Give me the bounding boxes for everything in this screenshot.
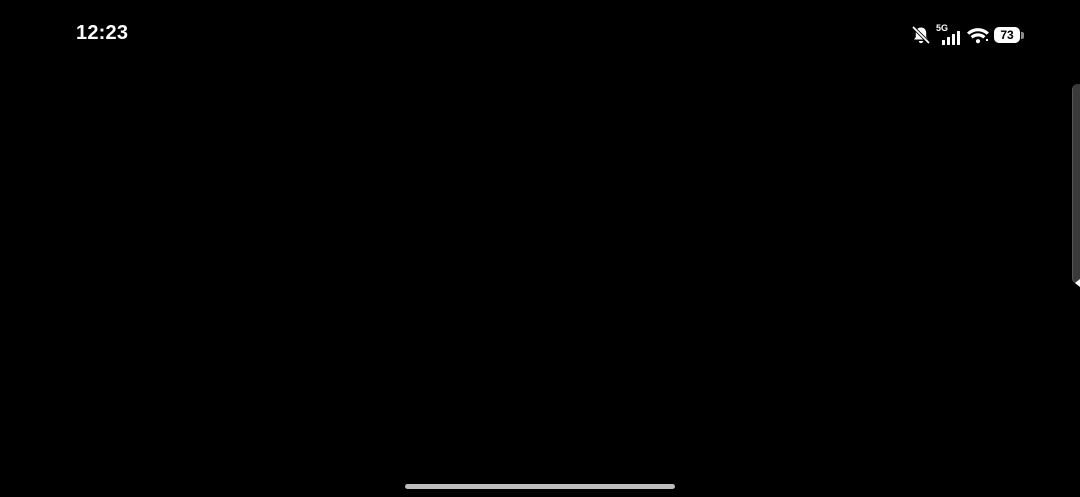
status-clock: 12:23 — [76, 22, 129, 44]
status-icons: 5G 73 — [910, 24, 1024, 46]
battery-tip — [1021, 31, 1024, 39]
blank-content-area — [0, 70, 1080, 470]
battery-level: 73 — [994, 27, 1020, 43]
cell-signal-icon: 5G — [936, 24, 962, 45]
battery-icon: 73 — [994, 26, 1024, 44]
edge-panel-handle[interactable] — [1072, 84, 1080, 284]
wifi-icon — [966, 26, 990, 44]
edge-panel-handle-marker — [1075, 279, 1080, 287]
status-bar: 12:23 5G 73 — [0, 0, 1080, 70]
home-indicator[interactable] — [405, 484, 675, 489]
muted-bell-icon — [910, 25, 932, 45]
screen: 12:23 5G 73 — [0, 0, 1080, 497]
